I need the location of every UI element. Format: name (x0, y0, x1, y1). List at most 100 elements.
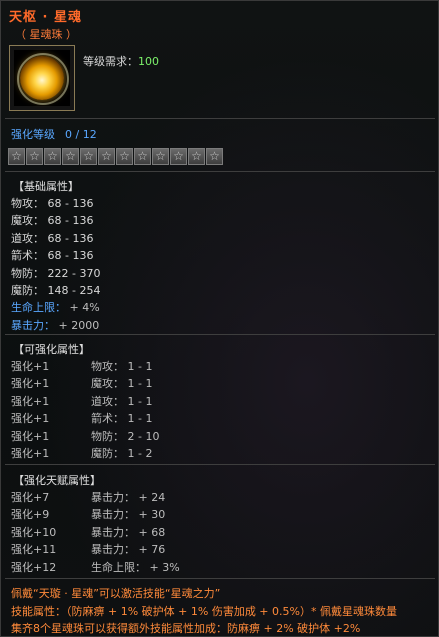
attr-label: 暴击力： (91, 491, 135, 504)
attr-value: 1 - 1 (124, 377, 153, 391)
enhance-attr: 物攻： 1 - 1 (91, 358, 152, 374)
attr-label: 物攻： (11, 197, 44, 210)
enhance-level-label: 强化+1 (11, 377, 50, 391)
talent-attr: 暴击力： + 30 (91, 506, 165, 522)
footer-line: 技能属性：（防麻痹 + 1% 破护体 + 1% 伤害加成 + 0.5%）* 佩戴… (11, 604, 397, 618)
star-icon: ☆ (80, 148, 97, 165)
divider (5, 464, 435, 465)
enhance-level-label: 强化+1 (11, 412, 50, 426)
talent-attr: 生命上限： + 3% (91, 559, 180, 575)
attr-value: 1 - 2 (124, 447, 153, 460)
attr-label: 暴击力： (91, 508, 135, 522)
item-tooltip: 天枢 · 星魂 （ 星魂珠 ） 等级需求：100 强化等级 0 / 12 ☆ ☆ ☆ ☆… (0, 0, 439, 637)
attr-label: 道攻： (91, 394, 124, 408)
star-icon: ☆ (206, 148, 223, 165)
star-icon: ☆ (116, 148, 133, 165)
item-icon (14, 50, 70, 106)
enhance-value: 0 / 12 (65, 128, 97, 141)
attr-label: 箭术： (11, 249, 44, 263)
star-icon: ☆ (134, 148, 151, 165)
talent-attr: 暴击力： + 68 (91, 524, 165, 540)
attr-value: 148 - 254 (44, 284, 101, 297)
enhanceable-attrs-title: 【可强化属性】 (13, 343, 90, 356)
star-icon: ☆ (188, 148, 205, 165)
item-icon-frame (9, 45, 75, 111)
attr-label: 物防： (91, 429, 124, 443)
enhance-level-label: 强化+1 (11, 429, 50, 443)
enhance-stars: ☆ ☆ ☆ ☆ ☆ ☆ ☆ ☆ ☆ ☆ ☆ ☆ (8, 148, 223, 165)
attr-label: 生命上限： (91, 560, 146, 574)
star-icon: ☆ (98, 148, 115, 165)
enhance-level-label: 强化+1 (11, 394, 50, 408)
base-attr-row: 生命上限： + 4% (11, 299, 100, 315)
base-attr-row: 物攻： 68 - 136 (11, 195, 93, 211)
item-title: 天枢 · 星魂 (9, 10, 82, 25)
attr-value: 68 - 136 (44, 197, 94, 210)
orb-ring (17, 53, 69, 105)
base-attr-row: 魔防： 148 - 254 (11, 282, 100, 298)
attr-value: 1 - 1 (124, 394, 153, 408)
attr-label: 暴击力： (91, 525, 135, 539)
enhance-attr: 魔防： 1 - 2 (91, 445, 152, 461)
star-icon: ☆ (170, 148, 187, 165)
attr-value: + 30 (135, 508, 166, 522)
attr-value: + 24 (135, 491, 166, 504)
attr-label: 魔攻： (91, 377, 124, 391)
attr-value: + 2000 (55, 318, 100, 332)
divider (5, 171, 435, 172)
footer-line: 集齐8个星魂珠可以获得额外技能属性加成：防麻痹 + 2% 破护体 +2% (11, 622, 361, 635)
attr-value: 68 - 136 (44, 231, 94, 245)
enhance-attr: 箭术： 1 - 1 (91, 410, 152, 426)
attr-value: + 3% (146, 560, 180, 574)
attr-label: 箭术： (91, 412, 124, 426)
attr-label: 魔防： (91, 447, 124, 460)
talent-level-label: 强化+12 (11, 560, 57, 574)
star-icon: ☆ (8, 148, 25, 165)
attr-value: 1 - 1 (124, 412, 153, 426)
enhance-level-label: 强化+1 (11, 360, 50, 373)
enhance-attr: 魔攻： 1 - 1 (91, 375, 152, 391)
attr-label: 生命上限： (11, 301, 66, 315)
star-icon: ☆ (152, 148, 169, 165)
attr-value: 222 - 370 (44, 266, 101, 280)
base-attr-row: 物防： 222 - 370 (11, 265, 100, 281)
level-req-value: 100 (138, 55, 159, 68)
attr-value: 68 - 136 (44, 214, 94, 228)
attr-value: 2 - 10 (124, 429, 160, 443)
base-attrs-title: 【基础属性】 (13, 180, 79, 193)
attr-value: + 76 (135, 543, 166, 557)
level-requirement: 等级需求：100 (83, 53, 159, 69)
enhance-level-label: 强化+1 (11, 447, 50, 460)
base-attr-row: 暴击力： + 2000 (11, 317, 99, 333)
base-attr-row: 箭术： 68 - 136 (11, 247, 93, 263)
talent-attr: 暴击力： + 24 (91, 489, 165, 505)
item-subtitle: （ 星魂珠 ） (15, 28, 77, 41)
attr-value: + 68 (135, 525, 166, 539)
star-icon: ☆ (26, 148, 43, 165)
attr-label: 魔攻： (11, 214, 44, 228)
footer-line: 佩戴“天璇 · 星魂”可以激活技能“星魂之力” (11, 587, 221, 600)
talent-level-label: 强化+7 (11, 491, 50, 504)
talent-level-label: 强化+10 (11, 525, 57, 539)
enhance-label: 强化等级 (11, 128, 55, 141)
divider (5, 334, 435, 335)
enhance-attr: 物防： 2 - 10 (91, 428, 159, 444)
star-icon: ☆ (62, 148, 79, 165)
enhance-attr: 道攻： 1 - 1 (91, 393, 152, 409)
talent-level-label: 强化+9 (11, 508, 50, 522)
attr-value: 1 - 1 (124, 360, 153, 373)
divider (5, 118, 435, 119)
enhance-level: 强化等级 0 / 12 (11, 126, 97, 142)
base-attr-row: 道攻： 68 - 136 (11, 230, 93, 246)
level-req-label: 等级需求： (83, 55, 138, 68)
attr-label: 道攻： (11, 231, 44, 245)
star-icon: ☆ (44, 148, 61, 165)
attr-label: 魔防： (11, 284, 44, 297)
talent-level-label: 强化+11 (11, 543, 57, 557)
base-attr-row: 魔攻： 68 - 136 (11, 212, 93, 228)
talent-attr: 暴击力： + 76 (91, 541, 165, 557)
talent-attrs-title: 【强化天赋属性】 (13, 474, 101, 487)
attr-label: 暴击力： (11, 318, 55, 332)
attr-label: 物防： (11, 266, 44, 280)
attr-value: 68 - 136 (44, 249, 94, 263)
